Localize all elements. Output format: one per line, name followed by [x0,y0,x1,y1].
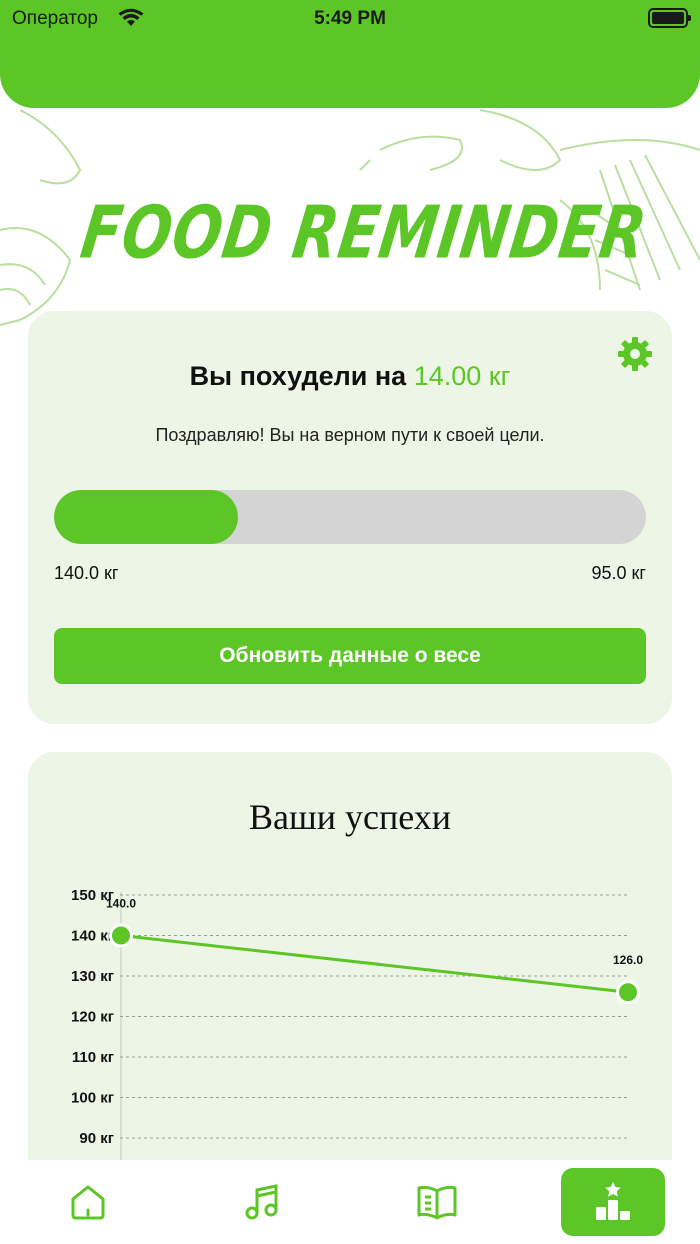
goal-weight-label: 95.0 кг [591,563,646,583]
headline-prefix: Вы похудели на [189,361,407,391]
book-icon [417,1185,457,1220]
home-icon [71,1185,105,1220]
music-note-icon [245,1184,278,1220]
data-point [112,926,130,945]
update-weight-button[interactable]: Обновить данные о весе [54,628,646,684]
start-weight-label: 140.0 кг [54,563,119,583]
progress-bar-fill [54,490,239,544]
weight-line-chart: 150 кг140 кг130 кг120 кг110 кг100 кг90 к… [71,887,643,1192]
weight-progress-card: Вы похудели на 14.00 кг Поздравляю! Вы н… [28,311,672,724]
app-logo: FOOD REMINDER [76,190,653,275]
y-tick-label: 130 кг [71,968,114,985]
tab-progress[interactable] [561,1168,665,1236]
congrats-text: Поздравляю! Вы на верном пути к своей це… [155,425,545,445]
y-tick-label: 110 кг [72,1049,114,1066]
data-label: 126.0 [613,953,643,967]
tab-bar [0,1160,700,1244]
progress-chart-card: Ваши успехи 150 кг 140 кг 130 кг 120 кг 110 … [28,752,672,1192]
clock-label: 5:49 PM [314,8,386,29]
y-tick-label: 100 кг [71,1090,114,1107]
series-line [120,934,629,994]
data-label: 140.0 [106,897,136,911]
weight-lost-value: 14.00 кг [413,361,511,391]
y-tick-label: 90 кг [79,1130,114,1147]
header-bar: Оператор 5:49 PM [0,0,700,108]
battery-icon [648,8,691,28]
tab-recipes[interactable] [385,1168,489,1236]
progress-bar [54,490,646,544]
tab-home[interactable] [36,1168,140,1236]
data-point [619,983,637,1002]
y-tick-label: 120 кг [71,1009,114,1026]
y-tick-label: 140 кг [71,928,114,945]
tab-music[interactable] [210,1168,314,1236]
podium-icon [596,1182,630,1220]
weight-lost-headline: Вы похудели на 14.00 кг [28,361,672,392]
